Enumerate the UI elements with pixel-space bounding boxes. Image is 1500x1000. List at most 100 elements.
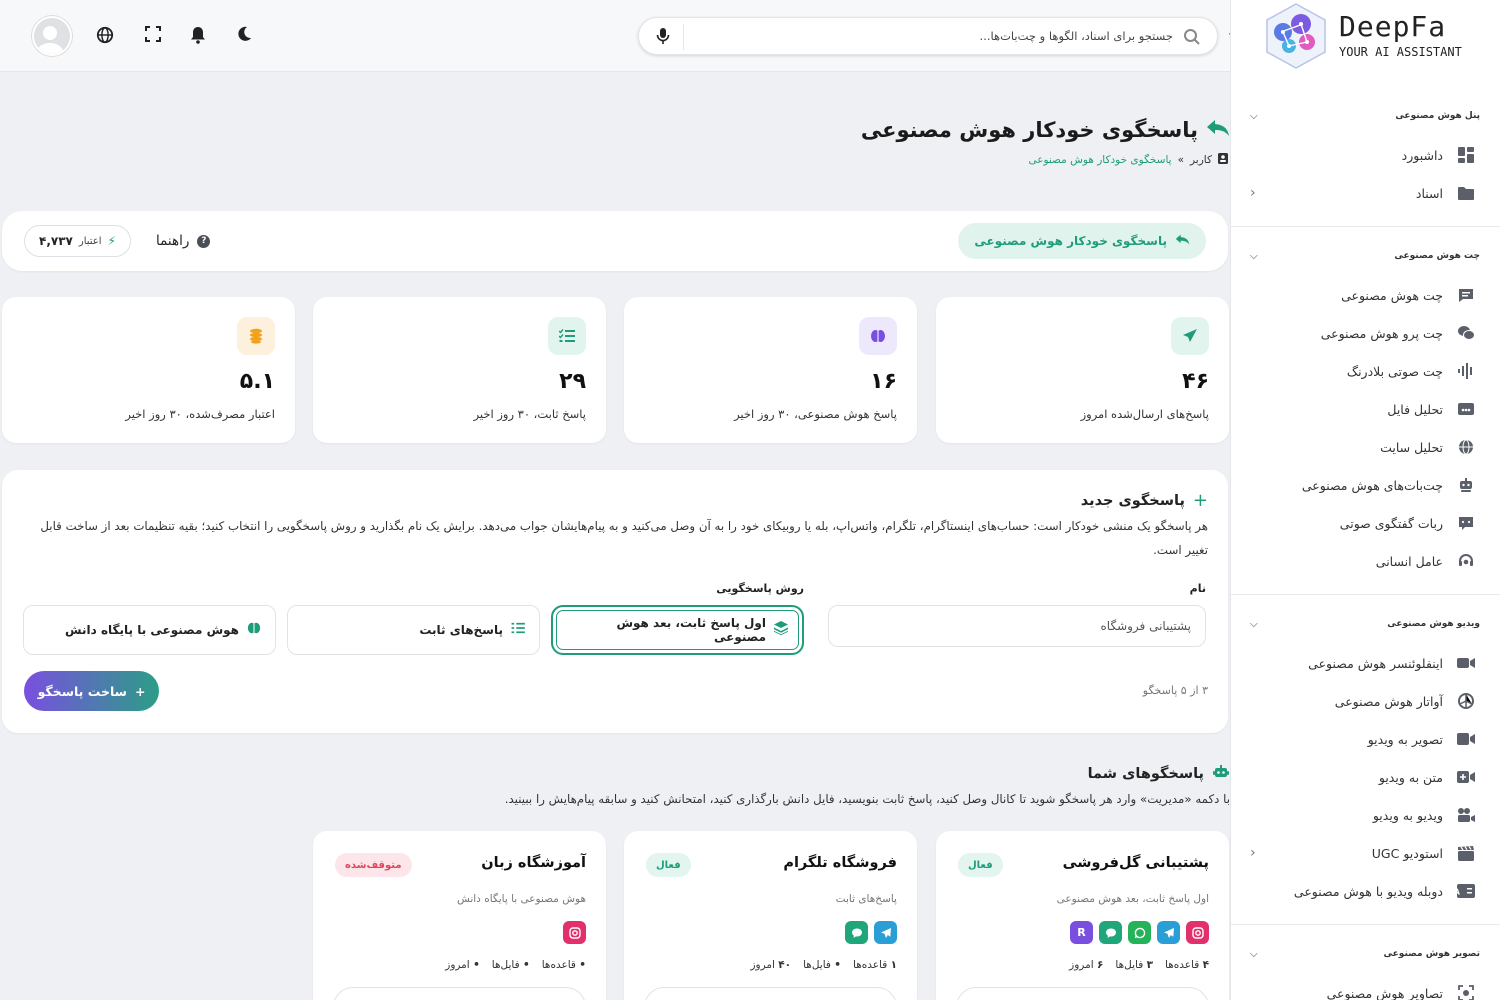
bale-icon (845, 921, 868, 944)
stat-card-ai-replies: ۱۶ پاسخ هوش مصنوعی، ۳۰ روز اخیر (624, 297, 917, 443)
brand-tagline: YOUR AI ASSISTANT (1339, 45, 1462, 59)
notification-bell-icon[interactable] (186, 26, 206, 46)
lightning-icon: ⚡ (107, 234, 116, 248)
tab-auto-responder[interactable]: پاسخگوی خودکار هوش مصنوعی (958, 223, 1206, 259)
dark-mode-moon-icon[interactable] (232, 26, 252, 46)
list-icon (548, 317, 586, 355)
responder-card-telegram-shop[interactable]: فروشگاه تلگرام فعال پاسخ‌های ثابت ۱ قاعد… (624, 831, 917, 1000)
question-icon: ? (197, 234, 211, 248)
breadcrumb-separator: » (1177, 154, 1185, 166)
search-input[interactable]: جستجو برای اسناد، الگوها و چت‌بات‌ها... (980, 29, 1173, 43)
chevron-left-icon: ‹ (1250, 185, 1256, 201)
sidebar-item-file-analysis[interactable]: تحلیل فایل (1230, 390, 1500, 428)
search-bar[interactable]: جستجو برای اسناد، الگوها و چت‌بات‌ها... (638, 17, 1218, 55)
image-icon (1457, 984, 1475, 1000)
whatsapp-icon (1128, 921, 1151, 944)
help-guide-button[interactable]: ? راهنما (156, 233, 211, 249)
user-badge-icon (1218, 153, 1228, 167)
video-icon (1457, 730, 1475, 748)
sidebar-item-ai-influencer[interactable]: اینفلوئنسر هوش مصنوعی (1230, 644, 1500, 682)
sidebar-item-ai-chatbots[interactable]: چت‌بات‌های هوش مصنوعی (1230, 466, 1500, 504)
sidebar-item-realtime-voice-chat[interactable]: چت صوتی بلادرنگ (1230, 352, 1500, 390)
page-toolbar: پاسخگوی خودکار هوش مصنوعی ? راهنما ⚡ اعت… (2, 211, 1228, 271)
divider (1230, 226, 1500, 227)
responder-card-language-school[interactable]: آموزشگاه زبان متوقف‌شده هوش مصنوعی با پا… (313, 831, 606, 1000)
dashboard-icon (1457, 146, 1475, 164)
avatar-icon (1457, 692, 1475, 710)
user-avatar[interactable] (32, 16, 72, 56)
divider (1230, 594, 1500, 595)
mode-option-fixed-replies[interactable]: پاسخ‌های ثابت (287, 605, 540, 655)
sidebar-item-ugc-studio[interactable]: استودیو UGC ‹ (1230, 834, 1500, 872)
chevron-down-icon: ⌵ (1250, 948, 1258, 960)
divider (1230, 924, 1500, 925)
sidebar-item-documents[interactable]: اسناد ‹ (1230, 174, 1500, 212)
mode-option-ai-knowledge-base[interactable]: هوش مصنوعی با پایگاه دانش (23, 605, 276, 655)
brand-name: DeepFa (1339, 10, 1447, 43)
fullscreen-icon[interactable] (141, 26, 161, 46)
manage-button[interactable] (956, 987, 1209, 1000)
your-responders-description: با دکمه «مدیریت» وارد هر پاسخگو شوید تا … (504, 792, 1230, 806)
telegram-icon (874, 921, 897, 944)
breadcrumb: کاربر » پاسخگوی خودکار هوش مصنوعی (1028, 153, 1228, 167)
influencer-icon (1457, 654, 1475, 672)
responder-name-input[interactable]: پشتیبانی فروشگاه (828, 605, 1206, 647)
language-globe-icon[interactable] (94, 26, 114, 46)
list-icon (511, 622, 525, 638)
responder-stats: • قاعده‌ها • فایل‌ها • امروز (445, 959, 586, 971)
sidebar-item-site-analysis[interactable]: تحلیل سایت (1230, 428, 1500, 466)
section-header[interactable]: تصویر هوش مصنوعی ⌵ (1230, 934, 1500, 974)
reply-all-icon (1175, 234, 1190, 248)
page-title: پاسخگوی خودکار هوش مصنوعی (861, 118, 1230, 142)
responder-stats: ۴ قاعده‌ها ۳ فایل‌ها ۶ امروز (1069, 959, 1209, 971)
microphone-icon[interactable] (655, 27, 671, 45)
search-divider (683, 24, 684, 50)
channel-list (563, 921, 586, 944)
breadcrumb-user[interactable]: کاربر (1190, 154, 1212, 166)
section-header[interactable]: پنل هوش مصنوعی ⌵ (1230, 96, 1500, 136)
sidebar-item-ai-avatar[interactable]: آواتار هوش مصنوعی (1230, 682, 1500, 720)
sidebar-item-ai-chat-pro[interactable]: چت پرو هوش مصنوعی (1230, 314, 1500, 352)
reply-all-icon (1206, 118, 1230, 142)
sidebar-item-ai-images[interactable]: تصاویر هوش مصنوعی (1230, 974, 1500, 1000)
section-header[interactable]: ویدیو هوش مصنوعی ⌵ (1230, 604, 1500, 644)
bale-icon (1099, 921, 1122, 944)
sidebar-section-ai-video: ویدیو هوش مصنوعی ⌵ اینفلوئنسر هوش مصنوعی … (1230, 604, 1500, 925)
coins-icon (237, 317, 275, 355)
camera-icon (1457, 806, 1475, 824)
sidebar-item-video-dubbing[interactable]: Aدوبله ویدیو با هوش مصنوعی (1230, 872, 1500, 910)
manage-button[interactable] (333, 987, 586, 1000)
create-responder-button[interactable]: + ساخت پاسخگو (24, 671, 159, 711)
brain-icon (247, 621, 261, 639)
voice-bot-icon (1457, 514, 1475, 532)
sidebar-section-ai-panel: پنل هوش مصنوعی ⌵ داشبورد اسناد ‹ (1230, 96, 1500, 227)
status-badge: فعال (958, 853, 1003, 877)
sidebar-section-ai-image: تصویر هوش مصنوعی ⌵ تصاویر هوش مصنوعی (1230, 934, 1500, 1000)
top-bar: جستجو برای اسناد، الگوها و چت‌بات‌ها... … (0, 0, 1234, 72)
sidebar-item-video-to-video[interactable]: ویدیو به ویدیو (1230, 796, 1500, 834)
chat-icon (1457, 286, 1475, 304)
brand[interactable]: DeepFa YOUR AI ASSISTANT (1231, 0, 1500, 72)
responder-stats: ۱ قاعده‌ها • فایل‌ها ۴۰ امروز (750, 959, 897, 971)
sidebar-item-ai-chat[interactable]: چت هوش مصنوعی (1230, 276, 1500, 314)
new-responder-title: + پاسخگوی جدید (1080, 490, 1208, 511)
responder-card-flower-shop[interactable]: پشتیبانی گل‌فروشی فعال اول پاسخ ثابت، بع… (936, 831, 1229, 1000)
manage-button[interactable] (644, 987, 897, 1000)
sidebar-item-voice-bot[interactable]: ربات گفتگوی صوتی (1230, 504, 1500, 542)
robot-icon (1212, 764, 1230, 784)
sidebar-item-text-to-video[interactable]: متن به ویدیو (1230, 758, 1500, 796)
sidebar-item-human-agent[interactable]: عامل انسانی (1230, 542, 1500, 580)
sidebar-item-image-to-video[interactable]: تصویر به ویدیو (1230, 720, 1500, 758)
sidebar-section-ai-chat: چت هوش مصنوعی ⌵ چت هوش مصنوعی چت پرو هوش … (1230, 236, 1500, 595)
your-responders-title: پاسخگوهای شما (1088, 764, 1230, 784)
instagram-icon (563, 921, 586, 944)
chevron-down-icon: ⌵ (1250, 250, 1258, 262)
file-icon (1457, 400, 1475, 418)
section-header[interactable]: چت هوش مصنوعی ⌵ (1230, 236, 1500, 276)
mode-label: روش پاسخگویی (716, 582, 804, 595)
instagram-icon (1186, 921, 1209, 944)
breadcrumb-current: پاسخگوی خودکار هوش مصنوعی (1028, 154, 1172, 166)
credit-badge[interactable]: ⚡ اعتبار ۴,۷۳۷ (24, 225, 131, 257)
sidebar-item-dashboard[interactable]: داشبورد (1230, 136, 1500, 174)
mode-option-fixed-then-ai[interactable]: اول پاسخ ثابت، بعد هوش مصنوعی (551, 605, 804, 655)
